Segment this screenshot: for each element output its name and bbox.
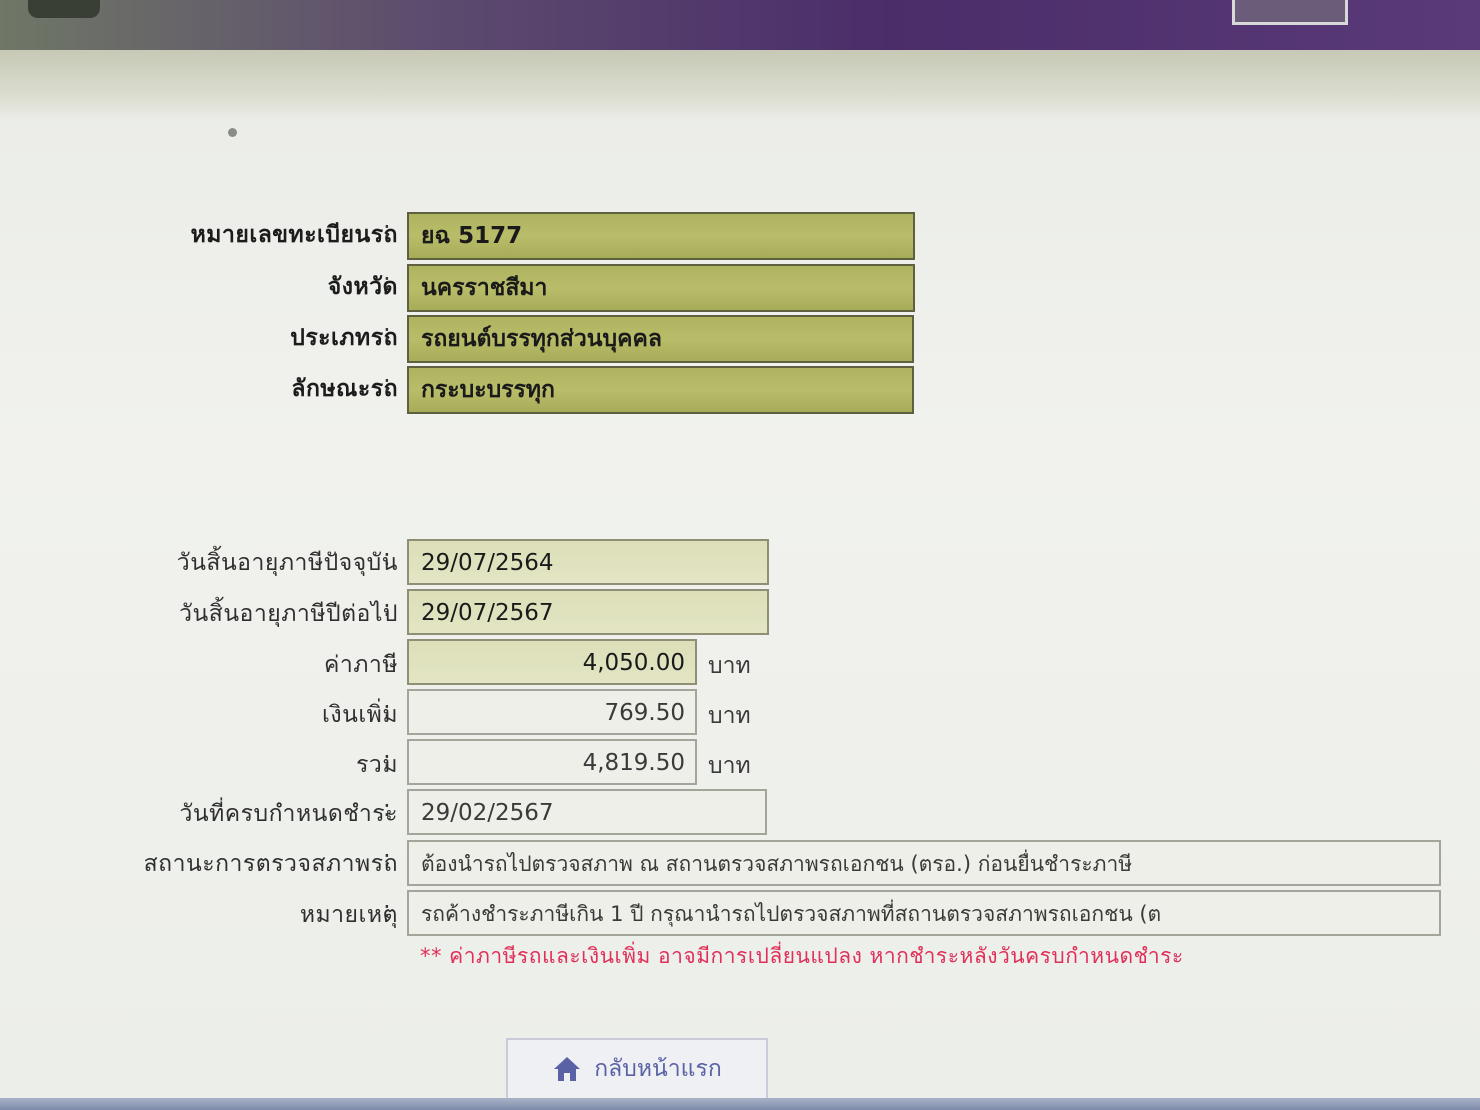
colon: :: [383, 269, 391, 295]
total-label: รวม: [356, 752, 398, 778]
home-button[interactable]: กลับหน้าแรก: [506, 1038, 768, 1098]
surcharge-unit: บาท: [708, 703, 751, 729]
province-field: นครราชสีมา: [407, 264, 915, 312]
tax-amount-field: 4,050.00: [407, 639, 697, 685]
colon: :: [383, 371, 391, 397]
current-expiry-label: วันสิ้นอายุภาษีปัจจุบัน: [176, 550, 398, 576]
due-date-label: วันที่ครบกำหนดชำระ: [179, 801, 398, 827]
colon: :: [383, 647, 391, 673]
home-icon: [554, 1057, 581, 1081]
colon: :: [383, 320, 391, 346]
vehicle-type-field: รถยนต์บรรทุกส่วนบุคคล: [407, 315, 914, 363]
bottom-bar: [0, 1098, 1480, 1110]
next-expiry-label: วันสิ้นอายุภาษีปีต่อไป: [179, 601, 398, 627]
remark-label: หมายเหตุ: [299, 902, 398, 928]
colon: :: [383, 796, 391, 822]
total-field: 4,819.50: [407, 739, 697, 785]
colon: :: [383, 697, 391, 723]
vehicle-type-label: ประเภทรถ: [290, 325, 398, 351]
remark-field: รถค้างชำระภาษีเกิน 1 ปี กรุณานำรถไปตรวจส…: [407, 890, 1441, 936]
colon: :: [383, 747, 391, 773]
colon: :: [383, 545, 391, 571]
province-label: จังหวัด: [327, 274, 398, 300]
colon: :: [383, 217, 391, 243]
surcharge-field: 769.50: [407, 689, 697, 735]
vehicle-style-field: กระบะบรรทุก: [407, 366, 914, 414]
logo: [28, 0, 100, 18]
colon: :: [383, 897, 391, 923]
inspection-status-field: ต้องนำรถไปตรวจสภาพ ณ สถานตรวจสภาพรถเอกชน…: [407, 840, 1441, 886]
inspection-status-label: สถานะการตรวจสภาพรถ: [143, 851, 398, 877]
bullet-dot: [228, 128, 237, 137]
plate-label: หมายเลขทะเบียนรถ: [190, 222, 398, 248]
vehicle-style-label: ลักษณะรถ: [291, 376, 398, 402]
colon: :: [383, 846, 391, 872]
due-date-field: 29/02/2567: [407, 789, 767, 835]
tax-unit: บาท: [708, 653, 751, 679]
header-emblem: [1232, 0, 1348, 25]
next-expiry-field: 29/07/2567: [407, 589, 769, 635]
colon: :: [383, 596, 391, 622]
header-shadow: [0, 50, 1480, 120]
plate-field: ยฉ 5177: [407, 212, 915, 260]
tax-label: ค่าภาษี: [323, 652, 398, 678]
current-expiry-field: 29/07/2564: [407, 539, 769, 585]
price-change-warning: ** ค่าภาษีรถและเงินเพิ่ม อาจมีการเปลี่ยน…: [420, 944, 1184, 968]
surcharge-label: เงินเพิ่ม: [322, 702, 398, 728]
total-unit: บาท: [708, 753, 751, 779]
home-button-label: กลับหน้าแรก: [594, 1056, 722, 1082]
